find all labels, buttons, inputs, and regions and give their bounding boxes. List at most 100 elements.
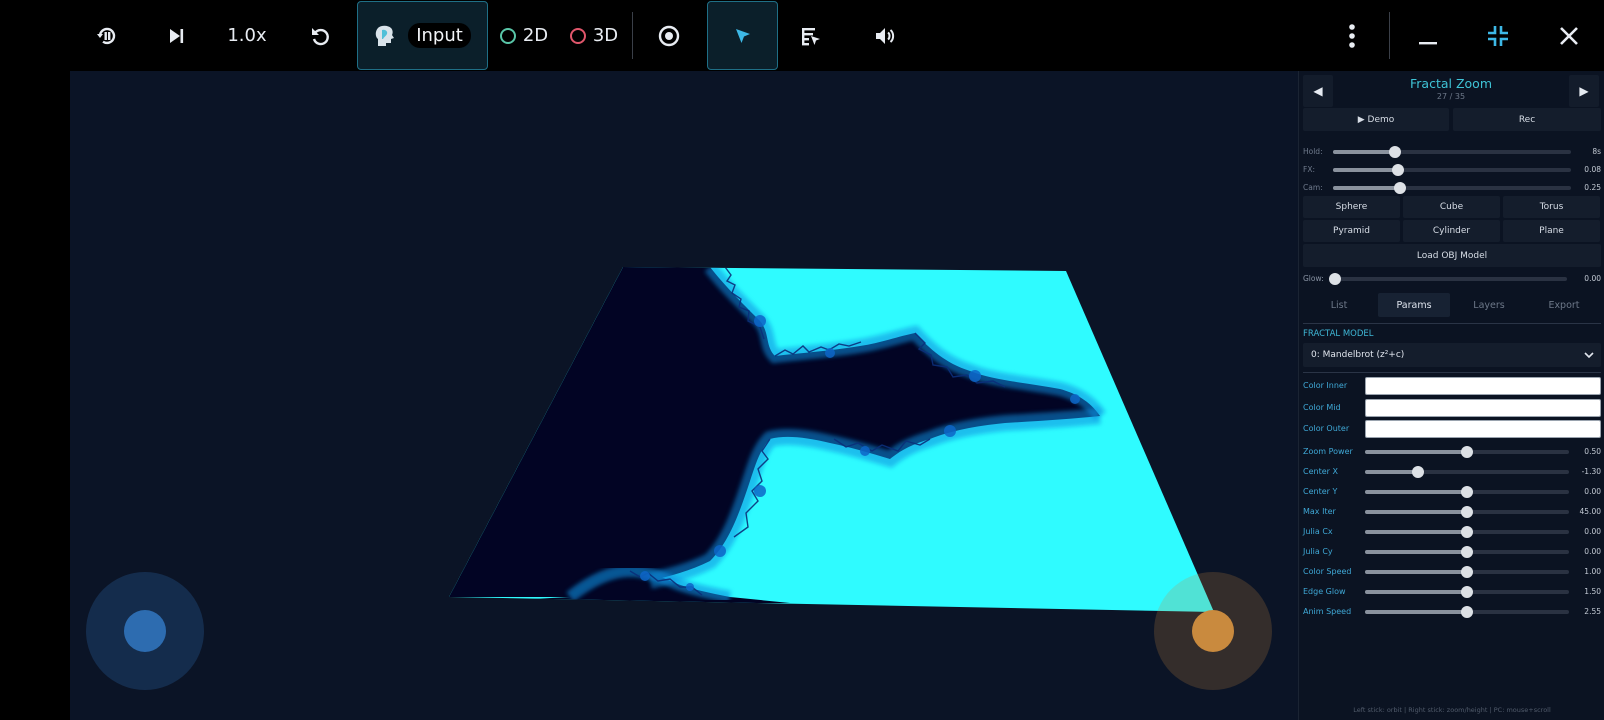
center-y-label: Center Y [1303, 487, 1338, 496]
tab-export[interactable]: Export [1528, 293, 1600, 317]
demo-button[interactable]: ▶ Demo [1303, 108, 1449, 131]
shape-label: Pyramid [1333, 226, 1370, 236]
chevron-right-icon: ▶ [1579, 84, 1589, 98]
center-x-label: Center X [1303, 467, 1338, 476]
cam-slider-thumb[interactable] [1393, 182, 1406, 194]
color-speed-slider[interactable] [1365, 566, 1569, 578]
demo-label: ▶ Demo [1357, 114, 1395, 125]
fractal-model-select[interactable]: 0: Mandelbrot (z²+c) [1303, 343, 1601, 367]
section-label: FRACTAL MODEL [1303, 329, 1374, 339]
left-joystick[interactable] [86, 572, 204, 690]
julia-cy-slider[interactable] [1365, 546, 1569, 558]
mode-2d-button[interactable]: 2D [496, 0, 552, 71]
chevron-left-icon: ◀ [1313, 84, 1323, 98]
anim-speed-slider[interactable] [1365, 606, 1569, 618]
shape-button-cube[interactable]: Cube [1403, 196, 1500, 218]
sound-button[interactable] [865, 0, 905, 71]
shape-label: Cylinder [1432, 226, 1471, 236]
julia-cx-slider-thumb[interactable] [1461, 526, 1473, 538]
cam-value: 0.25 [1584, 183, 1601, 192]
tab-list[interactable]: List [1303, 293, 1375, 317]
color-picker-color-outer[interactable] [1365, 420, 1601, 438]
shape-button-torus[interactable]: Torus [1503, 196, 1600, 218]
rec-button[interactable]: Rec [1453, 108, 1601, 131]
mode-2d-label: 2D [522, 25, 549, 46]
app-window: 1.0x Input 2D 3D ◀ Fractal Zoom 27 / 35 … [0, 0, 1604, 720]
center-y-slider[interactable] [1365, 486, 1569, 498]
tab-layers[interactable]: Layers [1453, 293, 1525, 317]
close-icon [1560, 26, 1578, 45]
center-x-slider[interactable] [1365, 466, 1569, 478]
color-speed-value: 1.00 [1584, 567, 1601, 576]
speed-label: 1.0x [227, 25, 267, 46]
input-button[interactable]: Input [357, 0, 488, 71]
edge-glow-slider-thumb[interactable] [1461, 586, 1473, 598]
max-iter-slider[interactable] [1365, 506, 1569, 518]
center-x-slider-thumb[interactable] [1412, 466, 1425, 478]
edge-glow-slider[interactable] [1365, 586, 1569, 598]
tab-label: Layers [1473, 299, 1505, 311]
right-joystick[interactable] [1154, 572, 1272, 690]
tab-label: Export [1548, 299, 1580, 311]
cursor-pointer-icon [735, 28, 750, 43]
pause-resume-button[interactable] [86, 0, 126, 71]
cam-slider[interactable] [1333, 182, 1571, 194]
center-y-slider-thumb[interactable] [1461, 486, 1473, 498]
mode-3d-ring-icon [569, 27, 586, 44]
prev-fractal-button[interactable]: ◀ [1303, 75, 1333, 107]
color-speed-label: Color Speed [1303, 567, 1352, 576]
left-joystick-knob[interactable] [124, 610, 166, 652]
visibility-button[interactable] [649, 0, 689, 71]
julia-cx-slider-fill [1365, 530, 1467, 534]
more-menu-button[interactable] [1334, 0, 1370, 71]
fractal-model-value: 0: Mandelbrot (z²+c) [1311, 350, 1405, 360]
minimize-button[interactable] [1408, 0, 1448, 71]
glow-label: Glow: [1303, 274, 1324, 283]
mode-3d-button[interactable]: 3D [566, 0, 622, 71]
julia-cy-slider-thumb[interactable] [1461, 546, 1473, 558]
controls-hint: Left stick: orbit | Right stick: zoom/he… [1353, 706, 1551, 714]
speed-button[interactable]: 1.0x [222, 0, 272, 71]
tab-params[interactable]: Params [1378, 293, 1450, 317]
fractal-plane [449, 267, 1214, 612]
step-forward-button[interactable] [156, 0, 196, 71]
tab-label: List [1330, 299, 1348, 311]
shape-button-pyramid[interactable]: Pyramid [1303, 220, 1400, 242]
close-button[interactable] [1549, 0, 1589, 71]
reset-button[interactable] [300, 0, 340, 71]
zoom-power-slider-thumb[interactable] [1461, 446, 1473, 458]
color-picker-color-mid[interactable] [1365, 398, 1601, 417]
load-obj-button[interactable]: Load OBJ Model [1303, 244, 1601, 267]
julia-cx-value: 0.00 [1584, 527, 1601, 536]
color-picker-color-inner[interactable] [1365, 377, 1601, 395]
center-x-value: -1.30 [1581, 467, 1601, 476]
fx-slider-thumb[interactable] [1392, 164, 1405, 176]
max-iter-slider-thumb[interactable] [1461, 506, 1473, 518]
color-speed-slider-thumb[interactable] [1461, 566, 1473, 578]
next-fractal-button[interactable]: ▶ [1569, 75, 1599, 107]
fx-slider[interactable] [1333, 164, 1571, 176]
edge-glow-slider-fill [1365, 590, 1467, 594]
render-viewport[interactable] [70, 71, 1298, 720]
anim-speed-label: Anim Speed [1303, 607, 1352, 616]
anim-speed-slider-thumb[interactable] [1461, 606, 1473, 618]
hold-slider-fill [1333, 150, 1395, 154]
glow-value: 0.00 [1584, 274, 1601, 283]
shape-button-sphere[interactable]: Sphere [1303, 196, 1400, 218]
hold-slider-thumb[interactable] [1388, 146, 1401, 158]
glow-slider[interactable] [1329, 273, 1567, 285]
color-label: Color Mid [1303, 402, 1341, 412]
zoom-power-slider-fill [1365, 450, 1467, 454]
julia-cx-slider[interactable] [1365, 526, 1569, 538]
exit-fullscreen-button[interactable] [1478, 0, 1518, 71]
more-vertical-icon [1349, 23, 1355, 48]
glow-slider-thumb[interactable] [1329, 273, 1341, 285]
shape-button-cylinder[interactable]: Cylinder [1403, 220, 1500, 242]
hold-slider[interactable] [1333, 146, 1571, 158]
select-tool-button[interactable] [707, 0, 778, 71]
list-select-button[interactable] [791, 0, 831, 71]
shape-button-plane[interactable]: Plane [1503, 220, 1600, 242]
right-joystick-knob[interactable] [1192, 610, 1234, 652]
zoom-power-slider[interactable] [1365, 446, 1569, 458]
rec-label: Rec [1518, 114, 1536, 125]
